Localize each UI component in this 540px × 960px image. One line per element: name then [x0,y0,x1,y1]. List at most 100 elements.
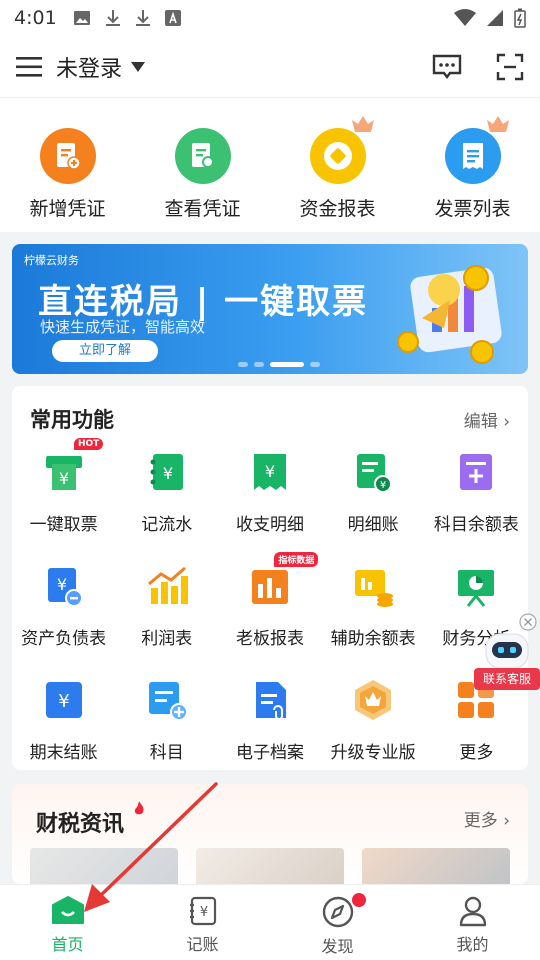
function-account-balance[interactable]: 科目余额表 [425,446,528,538]
function-ticket[interactable]: HOT ¥ 一键取票 [12,438,115,538]
carousel-dot [254,362,264,367]
banner-subtitle: 快速生成凭证，智能高效 [40,318,206,336]
function-label: 科目余额表 [433,515,519,535]
signal-icon [487,10,503,26]
news-section: 财税资讯 更多 › [12,784,528,884]
menu-icon[interactable] [16,56,42,78]
svg-text:¥: ¥ [163,464,173,483]
function-profit[interactable]: 利润表 [115,560,218,652]
scan-icon[interactable] [496,53,524,81]
promo-banner[interactable]: 柠檬云财务 直连税局 | 一键取票 快速生成凭证，智能高效 立即了解 [12,244,528,374]
tab-profile[interactable]: 我的 [405,885,540,960]
function-detail-ledger[interactable]: ¥ 明细账 [322,446,425,538]
battery-icon [514,8,526,28]
cash-flow-icon: ¥ [150,454,183,490]
quick-fund-report[interactable]: 资金报表 [278,116,398,221]
status-time: 4:01 [14,7,57,29]
system-icons [454,8,526,28]
svg-text:¥: ¥ [199,905,207,920]
news-more-link[interactable]: 更多 › [464,806,510,831]
section-title: 常用功能 [30,408,114,432]
function-e-archive[interactable]: 电子档案 [218,674,321,766]
caret-down-icon[interactable] [130,61,146,73]
function-label: 资产负债表 [21,629,107,649]
subject-icon [148,682,188,721]
function-label: 更多 [459,743,494,763]
status-bar: 4:01 [0,0,540,36]
function-period-close[interactable]: ¥ 期末结账 [12,674,115,766]
banner-illustration [397,265,502,364]
quick-label: 发票列表 [434,198,511,220]
robot-icon [485,633,529,669]
function-grid: HOT ¥ 一键取票 ¥ 记流水 ¥ 收支明细 ¥ 明细账 科目余额表 ¥ 资产… [12,438,528,766]
svg-text:¥: ¥ [58,691,69,712]
fund-report-icon [309,128,366,184]
wifi-icon [454,9,476,26]
add-voucher-icon [39,128,96,184]
news-thumbnail[interactable] [362,848,510,884]
aux-balance-icon [355,570,394,607]
boss-report-icon [251,570,288,604]
message-icon[interactable] [432,54,462,80]
function-label: 老板报表 [235,629,304,649]
quick-view-voucher[interactable]: 查看凭证 [143,128,263,221]
function-label: 升级专业版 [330,743,416,763]
function-label: 电子档案 [235,743,304,763]
quick-label: 资金报表 [299,198,376,220]
edit-link[interactable]: 编辑 › [464,407,510,432]
function-label: 记流水 [141,515,193,535]
svg-text:¥: ¥ [380,480,386,491]
bottom-tab-bar: 首页 ¥ 记账 发现 我的 [0,884,540,960]
login-status[interactable]: 未登录 [56,51,122,83]
carousel-dot [238,362,248,367]
function-boss-report[interactable]: 指标数据 老板报表 [218,552,321,652]
function-income-expense[interactable]: ¥ 收支明细 [218,446,321,538]
ticket-icon: ¥ [45,456,82,490]
news-thumbnail[interactable] [30,848,178,884]
tab-label: 首页 [51,935,84,954]
tab-discover[interactable]: 发现 [270,885,405,960]
e-archive-icon [255,682,286,720]
income-expense-icon: ¥ [253,454,286,490]
function-aux-balance[interactable]: 辅助余额表 [322,560,425,652]
upgrade-icon [355,680,392,720]
flame-icon [134,801,144,815]
function-cash-flow[interactable]: ¥ 记流水 [115,446,218,538]
notification-dot [352,893,366,907]
quick-add-voucher[interactable]: 新增凭证 [8,128,128,221]
function-subject[interactable]: 科目 [115,674,218,766]
font-icon [164,10,181,26]
invoice-list-icon [444,128,501,184]
function-label: 一键取票 [29,515,98,535]
quick-invoice-list[interactable]: 发票列表 [413,116,533,221]
function-balance-sheet[interactable]: ¥ 资产负债表 [12,560,115,652]
period-close-icon: ¥ [45,682,82,718]
bookkeeping-icon: ¥ [189,896,216,926]
function-label: 期末结账 [29,743,98,763]
tab-label: 发现 [321,937,354,956]
banner-cta-button[interactable]: 立即了解 [52,340,158,362]
customer-service-fab[interactable]: 联系客服 [474,612,540,692]
news-title: 财税资讯 [36,812,125,837]
common-functions-card: 常用功能 编辑 › HOT ¥ 一键取票 ¥ 记流水 ¥ 收支明细 ¥ 明细账 … [12,386,528,770]
crown-icon [351,116,374,132]
function-label: 科目 [149,743,184,763]
tab-bookkeeping[interactable]: ¥ 记账 [135,885,270,960]
svg-text:¥: ¥ [265,462,275,481]
image-icon [73,11,90,25]
profile-icon [459,896,486,927]
function-label: 收支明细 [235,515,304,535]
svg-text:¥: ¥ [59,469,69,488]
view-voucher-icon [174,128,231,184]
indicator-badge: 指标数据 [274,552,319,567]
function-upgrade[interactable]: 升级专业版 [322,674,425,766]
news-more-label: 更多 [463,811,498,831]
hot-badge: HOT [74,438,104,450]
tab-home[interactable]: 首页 [0,885,135,960]
function-label: 辅助余额表 [330,629,416,649]
news-thumbnail[interactable] [196,848,344,884]
balance-sheet-icon: ¥ [47,568,83,607]
carousel-indicator [238,362,320,367]
download-icon [135,10,150,26]
quick-actions: 新增凭证 查看凭证 资金报表 发票列表 [0,98,540,232]
